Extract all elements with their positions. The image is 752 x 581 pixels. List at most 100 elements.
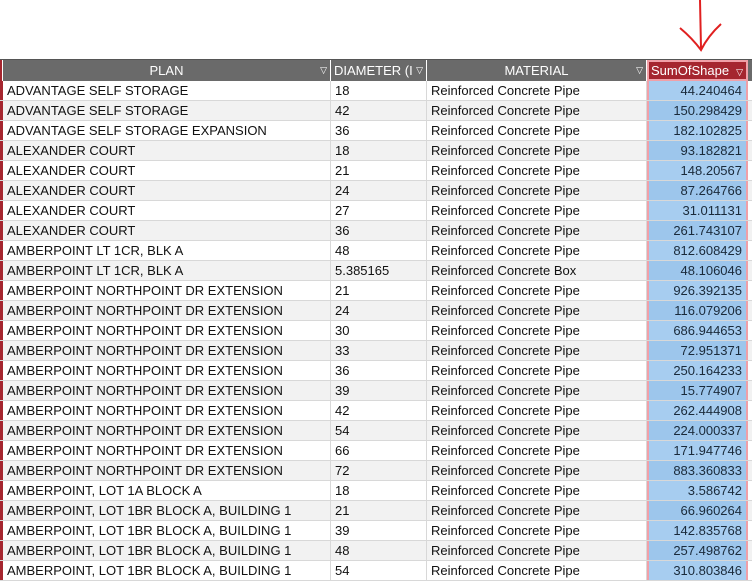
material-cell[interactable]: Reinforced Concrete Pipe bbox=[427, 301, 647, 320]
plan-cell[interactable]: AMBERPOINT LT 1CR, BLK A bbox=[3, 241, 331, 260]
column-header-diameter[interactable]: DIAMETER (I ▽ bbox=[331, 60, 427, 81]
material-cell[interactable]: Reinforced Concrete Pipe bbox=[427, 361, 647, 380]
plan-cell[interactable]: AMBERPOINT NORTHPOINT DR EXTENSION bbox=[3, 421, 331, 440]
diameter-cell[interactable]: 27 bbox=[331, 201, 427, 220]
plan-cell[interactable]: AMBERPOINT NORTHPOINT DR EXTENSION bbox=[3, 301, 331, 320]
material-cell[interactable]: Reinforced Concrete Pipe bbox=[427, 481, 647, 500]
diameter-cell[interactable]: 54 bbox=[331, 421, 427, 440]
diameter-cell[interactable]: 5.385165 bbox=[331, 261, 427, 280]
plan-cell[interactable]: ALEXANDER COURT bbox=[3, 141, 331, 160]
material-cell[interactable]: Reinforced Concrete Pipe bbox=[427, 341, 647, 360]
sumofshape-cell[interactable]: 182.102825 bbox=[647, 121, 748, 140]
plan-cell[interactable]: ALEXANDER COURT bbox=[3, 221, 331, 240]
plan-cell[interactable]: AMBERPOINT NORTHPOINT DR EXTENSION bbox=[3, 321, 331, 340]
sumofshape-cell[interactable]: 3.586742 bbox=[647, 481, 748, 500]
sumofshape-cell[interactable]: 15.774907 bbox=[647, 381, 748, 400]
sumofshape-cell[interactable]: 262.444908 bbox=[647, 401, 748, 420]
plan-cell[interactable]: ADVANTAGE SELF STORAGE EXPANSION bbox=[3, 121, 331, 140]
material-cell[interactable]: Reinforced Concrete Pipe bbox=[427, 161, 647, 180]
table-row[interactable]: AMBERPOINT LT 1CR, BLK A 5.385165 Reinforc… bbox=[0, 261, 752, 281]
sumofshape-cell[interactable]: 116.079206 bbox=[647, 301, 748, 320]
sumofshape-cell[interactable]: 148.20567 bbox=[647, 161, 748, 180]
material-cell[interactable]: Reinforced Concrete Pipe bbox=[427, 381, 647, 400]
material-cell[interactable]: Reinforced Concrete Box bbox=[427, 261, 647, 280]
sumofshape-cell[interactable]: 224.000337 bbox=[647, 421, 748, 440]
diameter-cell[interactable]: 39 bbox=[331, 521, 427, 540]
table-row[interactable]: ALEXANDER COURT 24 Reinforced Concrete Pip… bbox=[0, 181, 752, 201]
diameter-cell[interactable]: 66 bbox=[331, 441, 427, 460]
filter-dropdown-icon[interactable]: ▽ bbox=[636, 65, 643, 76]
table-row[interactable]: AMBERPOINT, LOT 1A BLOCK A 18 Reinforced C… bbox=[0, 481, 752, 501]
material-cell[interactable]: Reinforced Concrete Pipe bbox=[427, 141, 647, 160]
plan-cell[interactable]: AMBERPOINT LT 1CR, BLK A bbox=[3, 261, 331, 280]
table-row[interactable]: AMBERPOINT NORTHPOINT DR EXTENSION 39 Rein… bbox=[0, 381, 752, 401]
column-header-plan[interactable]: PLAN ▽ bbox=[3, 60, 331, 81]
diameter-cell[interactable]: 42 bbox=[331, 101, 427, 120]
table-row[interactable]: ADVANTAGE SELF STORAGE 18 Reinforced Concr… bbox=[0, 81, 752, 101]
material-cell[interactable]: Reinforced Concrete Pipe bbox=[427, 561, 647, 580]
column-header-material[interactable]: MATERIAL ▽ bbox=[427, 60, 647, 81]
plan-cell[interactable]: AMBERPOINT NORTHPOINT DR EXTENSION bbox=[3, 441, 331, 460]
plan-cell[interactable]: AMBERPOINT, LOT 1BR BLOCK A, BUILDING 1 bbox=[3, 561, 331, 580]
sumofshape-cell[interactable]: 72.951371 bbox=[647, 341, 748, 360]
material-cell[interactable]: Reinforced Concrete Pipe bbox=[427, 101, 647, 120]
sumofshape-cell[interactable]: 261.743107 bbox=[647, 221, 748, 240]
table-row[interactable]: AMBERPOINT LT 1CR, BLK A 48 Reinforced Con… bbox=[0, 241, 752, 261]
diameter-cell[interactable]: 39 bbox=[331, 381, 427, 400]
table-row[interactable]: AMBERPOINT NORTHPOINT DR EXTENSION 30 Rein… bbox=[0, 321, 752, 341]
sumofshape-cell[interactable]: 48.106046 bbox=[647, 261, 748, 280]
table-row[interactable]: AMBERPOINT NORTHPOINT DR EXTENSION 42 Rein… bbox=[0, 401, 752, 421]
table-row[interactable]: ADVANTAGE SELF STORAGE 42 Reinforced Concr… bbox=[0, 101, 752, 121]
material-cell[interactable]: Reinforced Concrete Pipe bbox=[427, 121, 647, 140]
diameter-cell[interactable]: 36 bbox=[331, 361, 427, 380]
plan-cell[interactable]: ADVANTAGE SELF STORAGE bbox=[3, 101, 331, 120]
table-row[interactable]: AMBERPOINT, LOT 1BR BLOCK A, BUILDING 12… bbox=[0, 501, 752, 521]
table-row[interactable]: ALEXANDER COURT 21 Reinforced Concrete Pip… bbox=[0, 161, 752, 181]
table-row[interactable]: AMBERPOINT NORTHPOINT DR EXTENSION 72 Rein… bbox=[0, 461, 752, 481]
diameter-cell[interactable]: 33 bbox=[331, 341, 427, 360]
diameter-cell[interactable]: 36 bbox=[331, 121, 427, 140]
material-cell[interactable]: Reinforced Concrete Pipe bbox=[427, 441, 647, 460]
diameter-cell[interactable]: 18 bbox=[331, 81, 427, 100]
material-cell[interactable]: Reinforced Concrete Pipe bbox=[427, 501, 647, 520]
diameter-cell[interactable]: 18 bbox=[331, 141, 427, 160]
sumofshape-cell[interactable]: 31.011131 bbox=[647, 201, 748, 220]
table-row[interactable]: AMBERPOINT NORTHPOINT DR EXTENSION 54 Rein… bbox=[0, 421, 752, 441]
material-cell[interactable]: Reinforced Concrete Pipe bbox=[427, 401, 647, 420]
plan-cell[interactable]: AMBERPOINT, LOT 1A BLOCK A bbox=[3, 481, 331, 500]
sumofshape-cell[interactable]: 257.498762 bbox=[647, 541, 748, 560]
diameter-cell[interactable]: 42 bbox=[331, 401, 427, 420]
filter-dropdown-icon[interactable]: ▽ bbox=[736, 67, 743, 78]
table-row[interactable]: AMBERPOINT, LOT 1BR BLOCK A, BUILDING 13… bbox=[0, 521, 752, 541]
plan-cell[interactable]: ALEXANDER COURT bbox=[3, 181, 331, 200]
column-header-sumofshape[interactable]: SumOfShape ▽ bbox=[647, 60, 748, 81]
sumofshape-cell[interactable]: 87.264766 bbox=[647, 181, 748, 200]
diameter-cell[interactable]: 72 bbox=[331, 461, 427, 480]
table-row[interactable]: AMBERPOINT NORTHPOINT DR EXTENSION 66 Rein… bbox=[0, 441, 752, 461]
sumofshape-cell[interactable]: 812.608429 bbox=[647, 241, 748, 260]
material-cell[interactable]: Reinforced Concrete Pipe bbox=[427, 241, 647, 260]
diameter-cell[interactable]: 24 bbox=[331, 181, 427, 200]
diameter-cell[interactable]: 21 bbox=[331, 281, 427, 300]
plan-cell[interactable]: ALEXANDER COURT bbox=[3, 161, 331, 180]
plan-cell[interactable]: AMBERPOINT NORTHPOINT DR EXTENSION bbox=[3, 341, 331, 360]
plan-cell[interactable]: AMBERPOINT NORTHPOINT DR EXTENSION bbox=[3, 381, 331, 400]
diameter-cell[interactable]: 36 bbox=[331, 221, 427, 240]
material-cell[interactable]: Reinforced Concrete Pipe bbox=[427, 201, 647, 220]
sumofshape-cell[interactable]: 310.803846 bbox=[647, 561, 748, 580]
material-cell[interactable]: Reinforced Concrete Pipe bbox=[427, 281, 647, 300]
diameter-cell[interactable]: 54 bbox=[331, 561, 427, 580]
plan-cell[interactable]: AMBERPOINT NORTHPOINT DR EXTENSION bbox=[3, 281, 331, 300]
material-cell[interactable]: Reinforced Concrete Pipe bbox=[427, 321, 647, 340]
material-cell[interactable]: Reinforced Concrete Pipe bbox=[427, 421, 647, 440]
diameter-cell[interactable]: 24 bbox=[331, 301, 427, 320]
plan-cell[interactable]: AMBERPOINT, LOT 1BR BLOCK A, BUILDING 1 bbox=[3, 541, 331, 560]
diameter-cell[interactable]: 48 bbox=[331, 241, 427, 260]
sumofshape-cell[interactable]: 250.164233 bbox=[647, 361, 748, 380]
plan-cell[interactable]: AMBERPOINT, LOT 1BR BLOCK A, BUILDING 1 bbox=[3, 501, 331, 520]
plan-cell[interactable]: ALEXANDER COURT bbox=[3, 201, 331, 220]
table-row[interactable]: AMBERPOINT, LOT 1BR BLOCK A, BUILDING 15… bbox=[0, 561, 752, 581]
sumofshape-cell[interactable]: 150.298429 bbox=[647, 101, 748, 120]
plan-cell[interactable]: AMBERPOINT NORTHPOINT DR EXTENSION bbox=[3, 361, 331, 380]
table-row[interactable]: ALEXANDER COURT 18 Reinforced Concrete Pip… bbox=[0, 141, 752, 161]
